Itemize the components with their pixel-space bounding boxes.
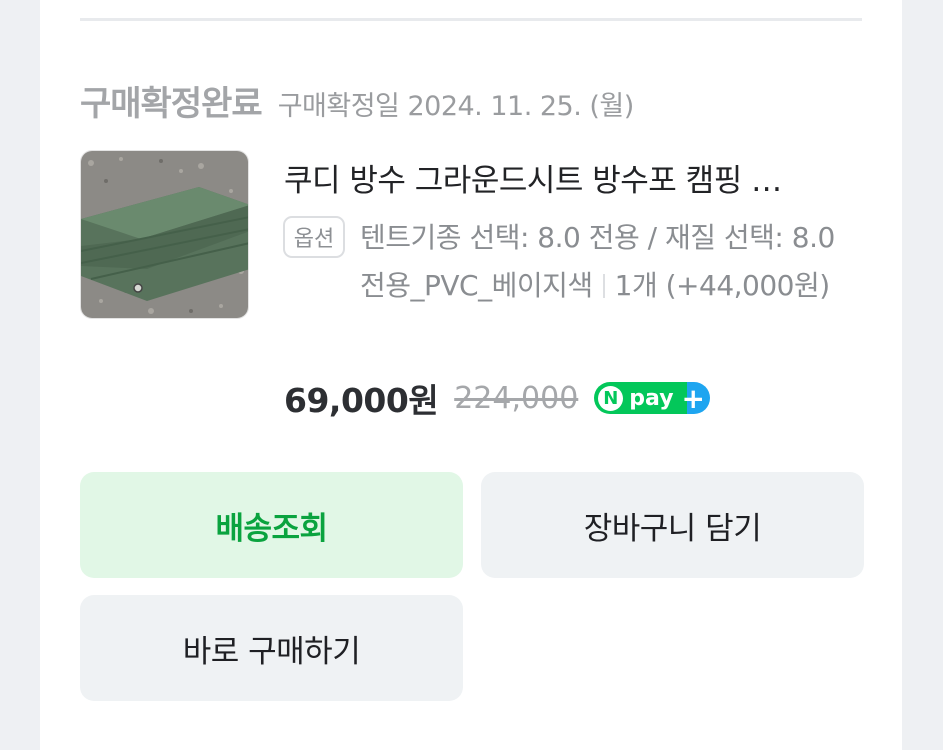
npay-plus-icon: N pay +: [594, 381, 711, 415]
product-thumbnail[interactable]: [80, 150, 249, 319]
plus-icon: +: [681, 381, 706, 415]
option-separator: [602, 274, 605, 298]
divider: [80, 18, 862, 21]
order-status-row: 구매확정완료 구매확정일 2024. 11. 25. (월): [80, 76, 635, 124]
buy-now-button[interactable]: 바로 구매하기: [80, 595, 463, 701]
order-status-title: 구매확정완료: [80, 84, 263, 124]
order-card: 구매확정완료 구매확정일 2024. 11. 25. (월) 쿠디 방수 그라운…: [40, 0, 902, 750]
original-price: 224,000: [454, 380, 579, 416]
option-badge: 옵션: [283, 216, 345, 258]
order-confirm-date: 구매확정일 2024. 11. 25. (월): [277, 91, 635, 122]
quantity-text: 1개 (+44,000원): [614, 269, 831, 302]
npay-n-icon: N: [598, 385, 624, 411]
tarp-image: [81, 151, 248, 318]
sale-price: 69,000원: [284, 381, 439, 420]
track-delivery-button[interactable]: 배송조회: [80, 472, 463, 578]
npay-label: pay: [629, 385, 674, 411]
price-row: 69,000원 224,000 N pay +: [284, 376, 711, 420]
option-text: 텐트기종 선택: 8.0 전용 / 재질 선택: 8.0 전용_PVC_베이지색…: [360, 214, 860, 310]
add-to-cart-button[interactable]: 장바구니 담기: [481, 472, 864, 578]
product-name[interactable]: 쿠디 방수 그라운드시트 방수포 캠핑 …: [284, 155, 864, 200]
